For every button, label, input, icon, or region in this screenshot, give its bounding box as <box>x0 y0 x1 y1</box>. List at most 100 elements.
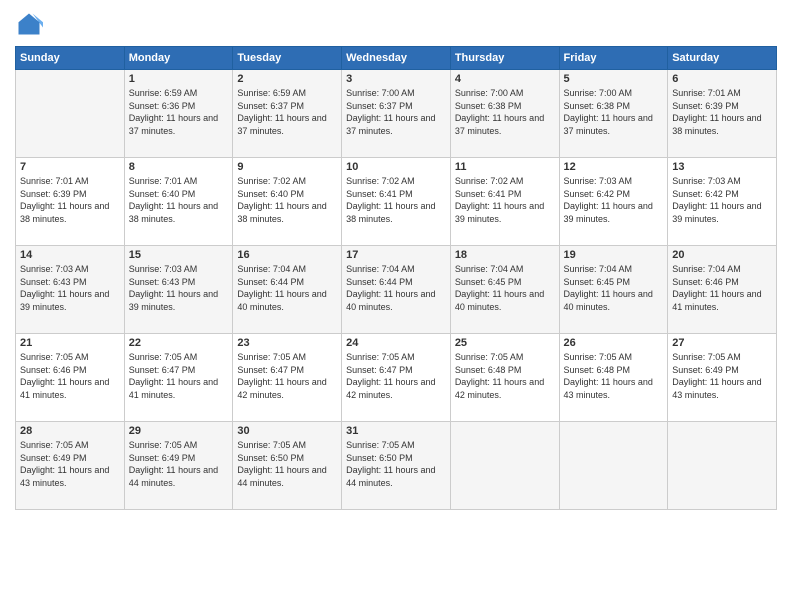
day-info: Sunrise: 7:01 AMSunset: 6:40 PMDaylight:… <box>129 175 229 225</box>
day-info: Sunrise: 7:03 AMSunset: 6:43 PMDaylight:… <box>20 263 120 313</box>
col-header-tuesday: Tuesday <box>233 47 342 70</box>
day-cell: 2Sunrise: 6:59 AMSunset: 6:37 PMDaylight… <box>233 70 342 158</box>
day-cell: 24 Sunrise: 7:05 AMSunset: 6:47 PMDayligh… <box>342 334 451 422</box>
day-number: 21 <box>20 337 120 349</box>
day-cell: 11Sunrise: 7:02 AMSunset: 6:41 PMDayligh… <box>450 158 559 246</box>
day-number: 18 <box>455 249 555 261</box>
day-info: Sunrise: 7:04 AMSunset: 6:44 PMDaylight:… <box>346 263 446 313</box>
day-cell: 23 Sunrise: 7:05 AMSunset: 6:47 PMDayligh… <box>233 334 342 422</box>
day-number: 7 <box>20 161 120 173</box>
day-info: Sunrise: 7:04 AMSunset: 6:45 PMDaylight:… <box>564 263 664 313</box>
day-cell <box>450 422 559 510</box>
day-info: Sunrise: 7:05 AMSunset: 6:47 PMDaylight:… <box>237 351 337 401</box>
day-info: Sunrise: 7:05 AMSunset: 6:49 PMDaylight:… <box>20 439 120 489</box>
day-cell: 18 Sunrise: 7:04 AMSunset: 6:45 PMDayligh… <box>450 246 559 334</box>
col-header-thursday: Thursday <box>450 47 559 70</box>
day-info: Sunrise: 7:05 AMSunset: 6:49 PMDaylight:… <box>129 439 229 489</box>
day-number: 10 <box>346 161 446 173</box>
day-cell: 21Sunrise: 7:05 AMSunset: 6:46 PMDayligh… <box>16 334 125 422</box>
day-number: 9 <box>237 161 337 173</box>
day-number: 20 <box>672 249 772 261</box>
day-number: 26 <box>564 337 664 349</box>
day-cell: 10 Sunrise: 7:02 AMSunset: 6:41 PMDayligh… <box>342 158 451 246</box>
day-cell: 31 Sunrise: 7:05 AMSunset: 6:50 PMDayligh… <box>342 422 451 510</box>
day-cell: 4 Sunrise: 7:00 AMSunset: 6:38 PMDaylight… <box>450 70 559 158</box>
day-number: 5 <box>564 73 664 85</box>
day-cell: 14 Sunrise: 7:03 AMSunset: 6:43 PMDayligh… <box>16 246 125 334</box>
day-info: Sunrise: 6:59 AMSunset: 6:36 PMDaylight:… <box>129 87 229 137</box>
day-info: Sunrise: 7:05 AMSunset: 6:47 PMDaylight:… <box>346 351 446 401</box>
day-number: 31 <box>346 425 446 437</box>
col-header-monday: Monday <box>124 47 233 70</box>
day-info: Sunrise: 7:04 AMSunset: 6:45 PMDaylight:… <box>455 263 555 313</box>
day-cell: 1 Sunrise: 6:59 AMSunset: 6:36 PMDaylight… <box>124 70 233 158</box>
day-info: Sunrise: 7:01 AMSunset: 6:39 PMDaylight:… <box>20 175 120 225</box>
day-cell: 9 Sunrise: 7:02 AMSunset: 6:40 PMDaylight… <box>233 158 342 246</box>
day-info: Sunrise: 7:05 AMSunset: 6:50 PMDaylight:… <box>237 439 337 489</box>
day-number: 12 <box>564 161 664 173</box>
day-cell: 8 Sunrise: 7:01 AMSunset: 6:40 PMDaylight… <box>124 158 233 246</box>
logo-icon <box>15 10 43 38</box>
day-number: 8 <box>129 161 229 173</box>
day-number: 22 <box>129 337 229 349</box>
day-info: Sunrise: 7:05 AMSunset: 6:47 PMDaylight:… <box>129 351 229 401</box>
day-cell <box>668 422 777 510</box>
day-cell: 27 Sunrise: 7:05 AMSunset: 6:49 PMDayligh… <box>668 334 777 422</box>
day-cell: 17 Sunrise: 7:04 AMSunset: 6:44 PMDayligh… <box>342 246 451 334</box>
col-header-friday: Friday <box>559 47 668 70</box>
day-info: Sunrise: 7:05 AMSunset: 6:48 PMDaylight:… <box>564 351 664 401</box>
day-info: Sunrise: 7:00 AMSunset: 6:38 PMDaylight:… <box>455 87 555 137</box>
day-number: 24 <box>346 337 446 349</box>
day-cell: 7 Sunrise: 7:01 AMSunset: 6:39 PMDaylight… <box>16 158 125 246</box>
day-number: 14 <box>20 249 120 261</box>
day-info: Sunrise: 7:05 AMSunset: 6:50 PMDaylight:… <box>346 439 446 489</box>
day-number: 17 <box>346 249 446 261</box>
day-number: 4 <box>455 73 555 85</box>
day-info: Sunrise: 7:03 AMSunset: 6:42 PMDaylight:… <box>672 175 772 225</box>
col-header-sunday: Sunday <box>16 47 125 70</box>
day-number: 28 <box>20 425 120 437</box>
day-number: 27 <box>672 337 772 349</box>
day-number: 16 <box>237 249 337 261</box>
day-cell: 6Sunrise: 7:01 AMSunset: 6:39 PMDaylight… <box>668 70 777 158</box>
header-row: SundayMondayTuesdayWednesdayThursdayFrid… <box>16 47 777 70</box>
day-cell: 5 Sunrise: 7:00 AMSunset: 6:38 PMDaylight… <box>559 70 668 158</box>
week-row-2: 7 Sunrise: 7:01 AMSunset: 6:39 PMDaylight… <box>16 158 777 246</box>
day-info: Sunrise: 7:05 AMSunset: 6:49 PMDaylight:… <box>672 351 772 401</box>
day-cell <box>16 70 125 158</box>
day-info: Sunrise: 7:02 AMSunset: 6:41 PMDaylight:… <box>346 175 446 225</box>
day-info: Sunrise: 6:59 AMSunset: 6:37 PMDaylight:… <box>237 87 337 137</box>
week-row-3: 14 Sunrise: 7:03 AMSunset: 6:43 PMDayligh… <box>16 246 777 334</box>
week-row-4: 21Sunrise: 7:05 AMSunset: 6:46 PMDayligh… <box>16 334 777 422</box>
day-info: Sunrise: 7:05 AMSunset: 6:48 PMDaylight:… <box>455 351 555 401</box>
day-number: 15 <box>129 249 229 261</box>
day-number: 30 <box>237 425 337 437</box>
day-cell: 29Sunrise: 7:05 AMSunset: 6:49 PMDayligh… <box>124 422 233 510</box>
header <box>15 10 777 38</box>
day-number: 1 <box>129 73 229 85</box>
logo <box>15 10 47 38</box>
day-cell: 25 Sunrise: 7:05 AMSunset: 6:48 PMDayligh… <box>450 334 559 422</box>
day-cell <box>559 422 668 510</box>
day-number: 23 <box>237 337 337 349</box>
day-cell: 20Sunrise: 7:04 AMSunset: 6:46 PMDayligh… <box>668 246 777 334</box>
day-info: Sunrise: 7:02 AMSunset: 6:40 PMDaylight:… <box>237 175 337 225</box>
day-info: Sunrise: 7:04 AMSunset: 6:44 PMDaylight:… <box>237 263 337 313</box>
day-info: Sunrise: 7:00 AMSunset: 6:38 PMDaylight:… <box>564 87 664 137</box>
day-number: 13 <box>672 161 772 173</box>
day-cell: 22 Sunrise: 7:05 AMSunset: 6:47 PMDayligh… <box>124 334 233 422</box>
day-cell: 26 Sunrise: 7:05 AMSunset: 6:48 PMDayligh… <box>559 334 668 422</box>
day-cell: 30 Sunrise: 7:05 AMSunset: 6:50 PMDayligh… <box>233 422 342 510</box>
day-cell: 16 Sunrise: 7:04 AMSunset: 6:44 PMDayligh… <box>233 246 342 334</box>
day-info: Sunrise: 7:03 AMSunset: 6:43 PMDaylight:… <box>129 263 229 313</box>
day-cell: 19 Sunrise: 7:04 AMSunset: 6:45 PMDayligh… <box>559 246 668 334</box>
day-number: 19 <box>564 249 664 261</box>
day-cell: 15 Sunrise: 7:03 AMSunset: 6:43 PMDayligh… <box>124 246 233 334</box>
day-number: 25 <box>455 337 555 349</box>
page: SundayMondayTuesdayWednesdayThursdayFrid… <box>0 0 792 612</box>
calendar-table: SundayMondayTuesdayWednesdayThursdayFrid… <box>15 46 777 510</box>
day-cell: 3Sunrise: 7:00 AMSunset: 6:37 PMDaylight… <box>342 70 451 158</box>
day-cell: 13 Sunrise: 7:03 AMSunset: 6:42 PMDayligh… <box>668 158 777 246</box>
day-info: Sunrise: 7:01 AMSunset: 6:39 PMDaylight:… <box>672 87 772 137</box>
col-header-wednesday: Wednesday <box>342 47 451 70</box>
